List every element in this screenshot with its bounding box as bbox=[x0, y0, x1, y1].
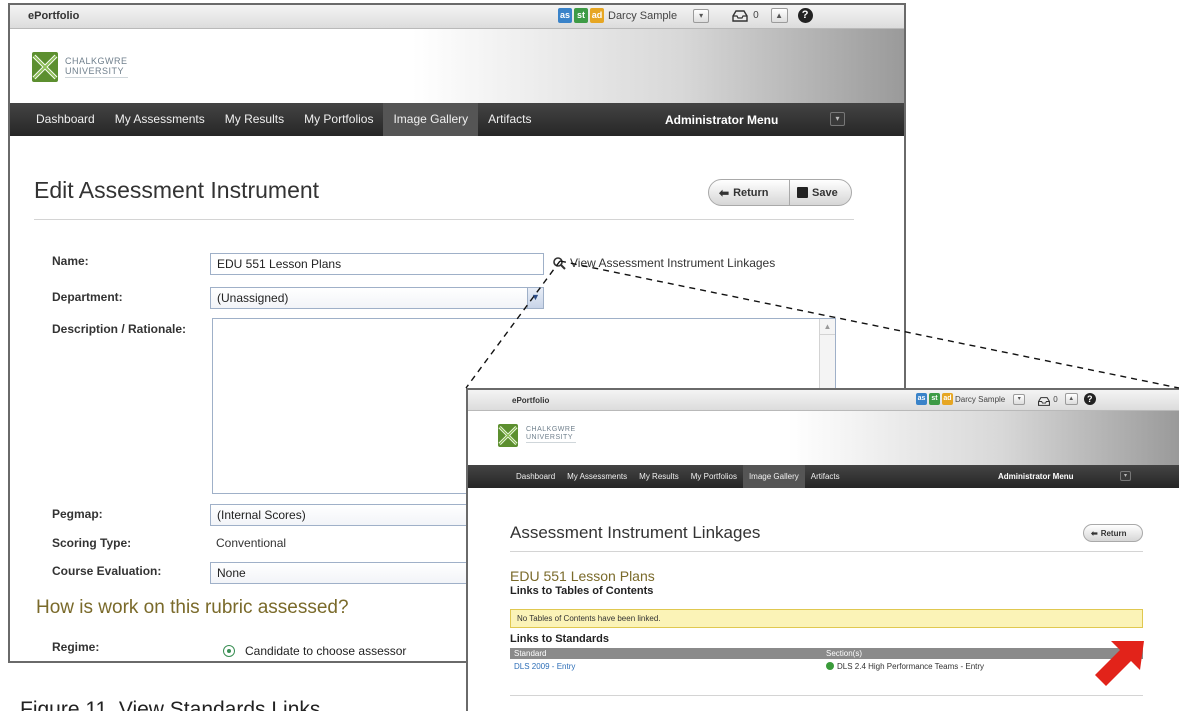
figure-caption: Figure 11. View Standards Links bbox=[20, 698, 321, 711]
red-callout-arrow-icon bbox=[1095, 641, 1144, 686]
zoom-line-left bbox=[465, 260, 561, 389]
zoom-line-right bbox=[559, 260, 1179, 389]
callout-overlay bbox=[465, 260, 1179, 686]
